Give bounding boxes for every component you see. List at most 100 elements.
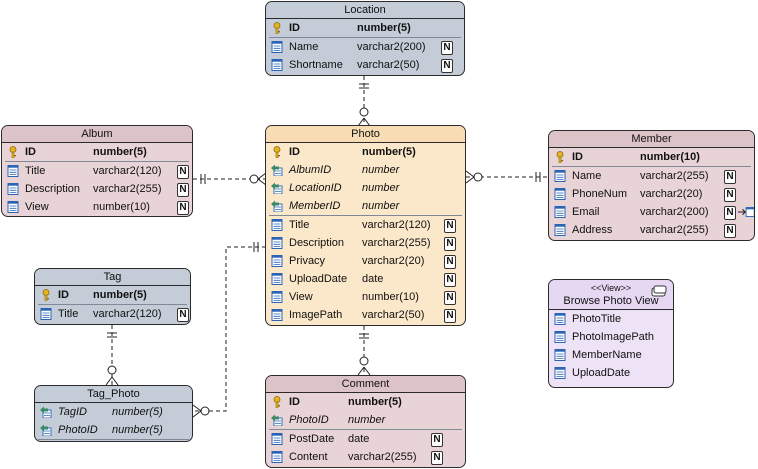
column-type: varchar2(255) [640,224,709,236]
view-column-row[interactable]: MemberName [549,346,673,364]
nullable-badge: N [177,201,189,215]
entity-photo[interactable]: Photo ID number(5) AlbumID number LocationID… [265,125,466,326]
column-icon [271,291,283,303]
column-name: Name [289,41,319,53]
column-type: number [362,164,400,176]
column-type: number(10) [640,151,700,163]
nullable-badge: N [724,188,736,202]
view-column-row[interactable]: PhotoImagePath [549,328,673,346]
entity-member[interactable]: Member ID number(10) Name varchar2(255) N Pho… [548,130,755,241]
view-column-row[interactable]: UploadDate [549,364,673,382]
column-row[interactable]: Shortname varchar2(50) N [266,56,464,74]
column-row[interactable]: Address varchar2(255) N [549,221,754,239]
nullable-badge: N [444,237,456,251]
entity-columns: ID number(5) PhotoID number PostDate date N Con… [266,393,465,466]
column-icon [271,237,283,249]
column-name: Privacy [289,255,326,267]
column-type: number(5) [348,396,402,408]
column-type: date [348,433,370,445]
column-name: PhotoID [58,424,98,436]
column-row[interactable]: ImagePath varchar2(50) N [266,306,465,324]
column-row[interactable]: TagID number(5) [35,403,192,421]
view-browse-photo[interactable]: <<View>> Browse Photo View PhotoTitle Pho… [548,279,674,388]
key-icon [556,151,564,163]
column-name: PhoneNum [572,188,628,200]
column-row[interactable]: Privacy varchar2(20) N [266,252,465,270]
column-row[interactable]: View number(10) N [2,198,192,216]
view-column-row[interactable]: PhotoTitle [549,310,673,328]
column-row[interactable]: UploadDate date N [266,270,465,288]
column-type: number(5) [93,289,147,301]
column-row[interactable]: ID number(5) [266,143,465,161]
entity-comment[interactable]: Comment ID number(5) PhotoID number PostDate… [265,375,466,468]
column-name: Description [25,183,81,195]
column-icon [271,41,283,53]
foreign-key-icon [271,414,283,426]
column-row[interactable]: Title varchar2(120) N [35,305,190,323]
column-row[interactable]: Title varchar2(120) N [2,162,192,180]
column-type: varchar2(20) [640,188,703,200]
nullable-badge: N [724,224,736,238]
column-row[interactable]: Description varchar2(255) N [266,234,465,252]
entity-title: Photo [266,126,465,143]
column-row[interactable]: ID number(5) [35,286,190,304]
column-row[interactable]: LocationID number [266,179,465,197]
link-photo-tagphoto [193,246,266,412]
column-row[interactable]: Title varchar2(120) N [266,216,465,234]
key-icon [273,146,281,158]
column-row[interactable]: ID number(5) [2,143,192,161]
column-icon [554,349,566,361]
nullable-badge: N [444,255,456,269]
column-icon [271,219,283,231]
nullable-badge: N [444,291,456,305]
column-name: Title [58,308,79,320]
entity-title: Tag_Photo [35,386,192,403]
column-icon [554,331,566,343]
nullable-badge: N [444,219,456,233]
view-column-name: PhotoTitle [572,313,622,325]
entity-columns: TagID number(5) PhotoID number(5) [35,403,192,440]
nullable-badge: N [724,206,736,220]
column-type: number [348,414,386,426]
column-row[interactable]: Name varchar2(200) N [266,38,464,56]
column-icon [554,313,566,325]
entity-title: Location [266,2,464,19]
column-row[interactable]: AlbumID number [266,161,465,179]
column-row[interactable]: PhotoID number [266,411,465,429]
entity-columns: ID number(5) Name varchar2(200) N Shortname va… [266,19,464,74]
column-row[interactable]: MemberID number [266,197,465,215]
column-row[interactable]: Email varchar2(200) N [549,203,754,221]
view-column-name: UploadDate [572,367,631,379]
column-row[interactable]: Description varchar2(255) N [2,180,192,198]
column-icon [554,224,566,236]
column-row[interactable]: PostDate date N [266,430,465,448]
nullable-badge: N [441,41,453,55]
nullable-badge: N [444,309,456,323]
column-row[interactable]: PhoneNum varchar2(20) N [549,185,754,203]
column-row[interactable]: ID number(5) [266,393,465,411]
column-type: varchar2(50) [362,309,425,321]
column-row[interactable]: View number(10) N [266,288,465,306]
column-row[interactable]: ID number(5) [266,19,464,37]
column-type: varchar2(120) [93,165,162,177]
foreign-key-icon [271,164,283,176]
entity-tag-photo[interactable]: Tag_Photo TagID number(5) PhotoID number(5) [34,385,193,442]
view-column-name: PhotoImagePath [572,331,654,343]
column-name: ImagePath [289,309,343,321]
column-icon [554,170,566,182]
column-row[interactable]: Content varchar2(255) N [266,448,465,466]
view-column-name: MemberName [572,349,642,361]
column-icon [40,308,52,320]
column-type: varchar2(200) [357,41,426,53]
entity-location[interactable]: Location ID number(5) Name varchar2(200) N Sh… [265,1,465,76]
column-row[interactable]: ID number(10) [549,148,754,166]
nullable-badge: N [177,308,189,322]
column-type: number(10) [93,201,150,213]
entity-album[interactable]: Album ID number(5) Title varchar2(120) N Desc… [1,125,193,217]
column-row[interactable]: Name varchar2(255) N [549,167,754,185]
entity-title: Album [2,126,192,143]
column-row[interactable]: PhotoID number(5) [35,421,192,439]
column-name: Title [289,219,310,231]
entity-tag[interactable]: Tag ID number(5) Title varchar2(120) N [34,268,191,325]
entity-columns: ID number(5) Title varchar2(120) N Descriptio… [2,143,192,216]
